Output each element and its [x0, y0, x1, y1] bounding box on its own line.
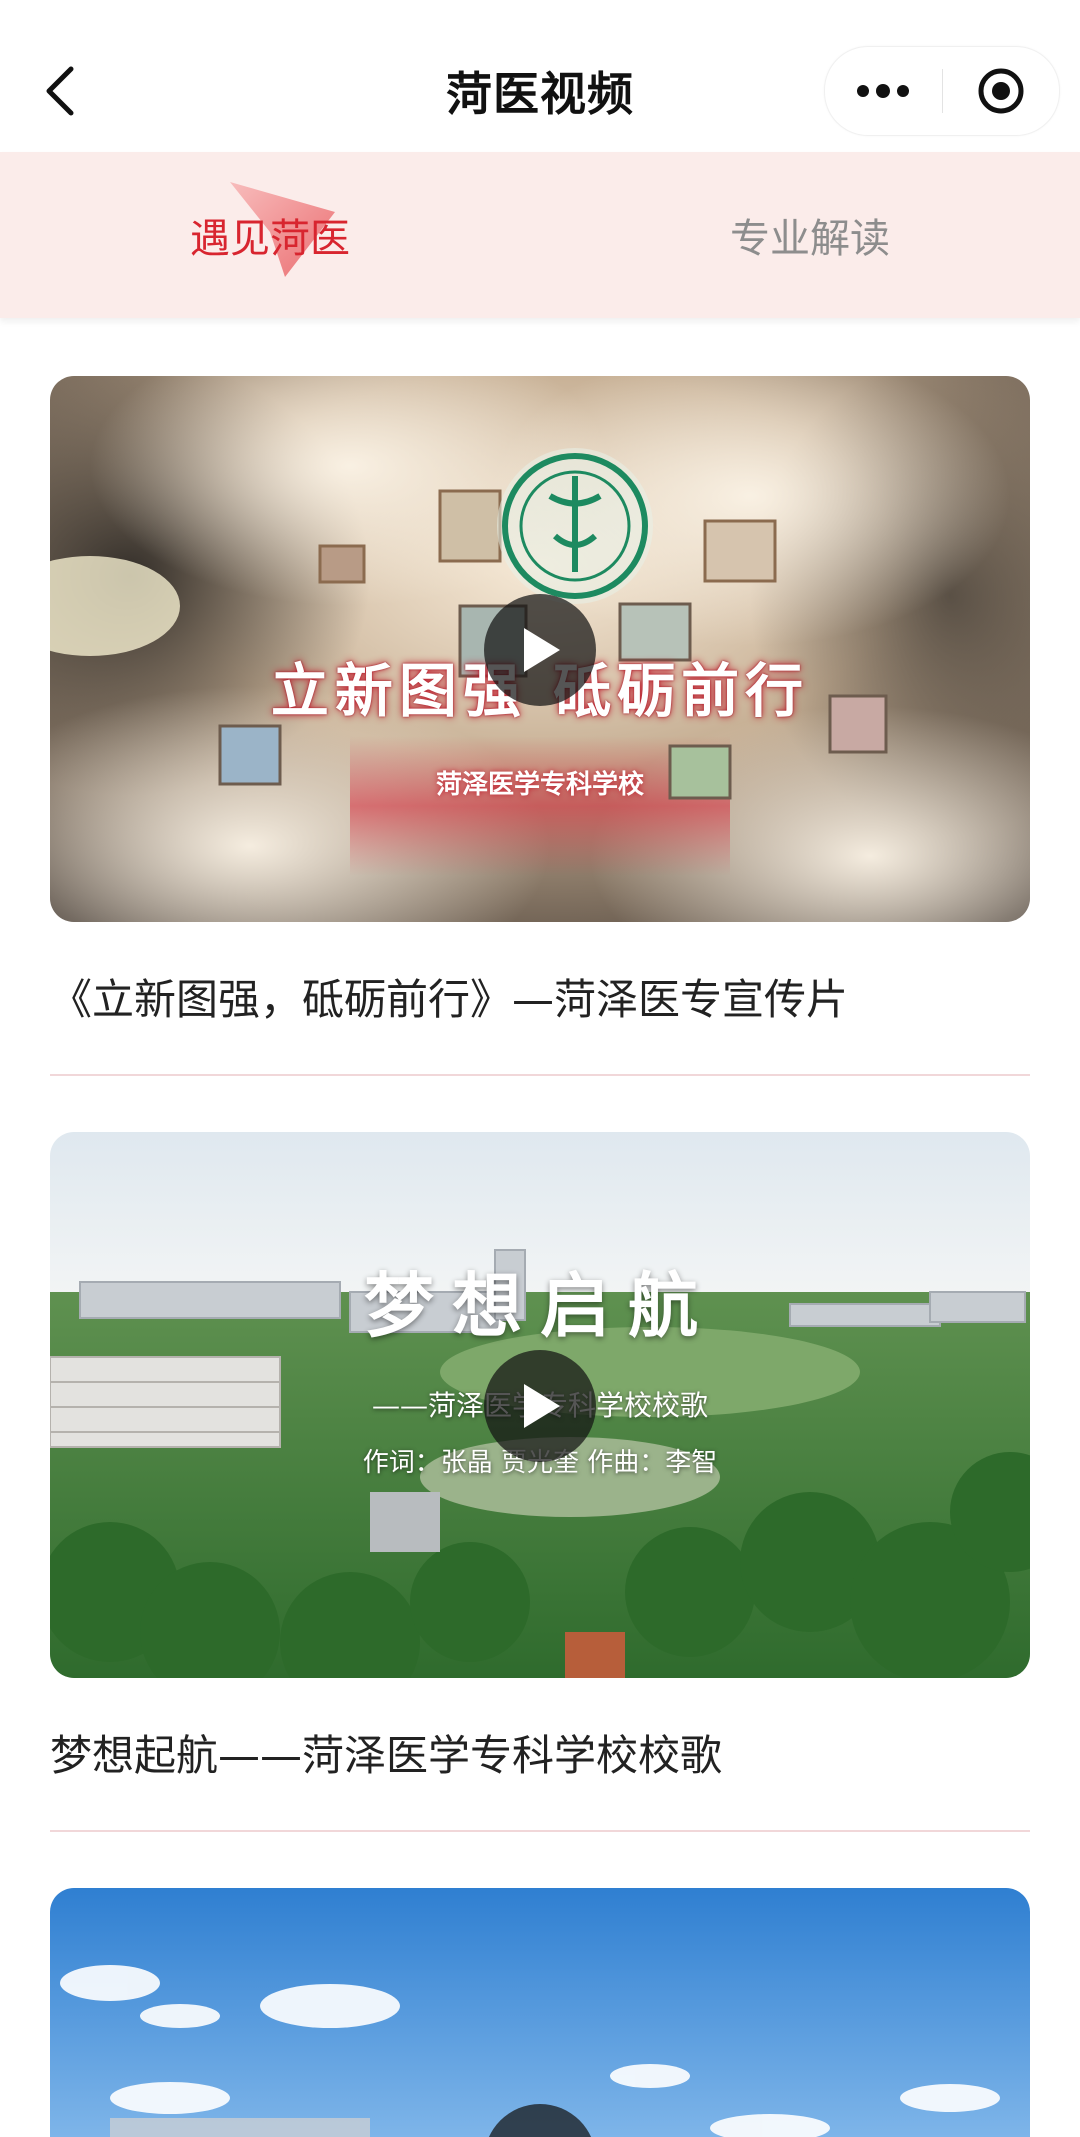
- target-icon: [978, 68, 1024, 114]
- play-icon: [524, 628, 560, 672]
- divider: [50, 1074, 1030, 1076]
- more-dots-icon: [857, 84, 909, 98]
- tab-professional-interpretation[interactable]: 专业解读: [540, 152, 1080, 318]
- tab-label: 遇见菏医: [190, 216, 350, 262]
- video-overlay-subtitle: 菏泽医学专科学校: [435, 770, 644, 800]
- video-thumbnail: [50, 1888, 1030, 2137]
- video-card-school-song[interactable]: 梦想启航 ——菏泽医学专科学校校歌 作词：张晶 贾光奎 作曲：李智: [50, 1132, 1030, 1678]
- video-card-promo[interactable]: 立新图强 砥砺前行 菏泽医学专科学校: [50, 376, 1030, 922]
- nav-bar: 菏医视频: [0, 0, 1080, 152]
- video-card-third[interactable]: [50, 1888, 1030, 2137]
- video-caption[interactable]: 《立新图强，砥砺前行》—菏泽医专宣传片: [50, 966, 1030, 1027]
- play-icon: [524, 1384, 560, 1428]
- divider: [50, 1830, 1030, 1832]
- close-mini-program-button[interactable]: [943, 47, 1059, 135]
- video-overlay-title: 梦想启航: [364, 1264, 716, 1347]
- tab-label: 专业解读: [730, 216, 890, 262]
- school-emblem: [497, 448, 653, 604]
- play-button[interactable]: [484, 594, 596, 706]
- mini-program-capsule: [824, 46, 1060, 136]
- page: 菏医视频 遇见菏医 专业解读 立新图强 砥砺前行 菏泽医学专科学校 《立新图强，…: [0, 0, 1080, 2137]
- more-button[interactable]: [825, 47, 941, 135]
- video-caption[interactable]: 梦想起航——菏泽医学专科学校校歌: [50, 1722, 1030, 1783]
- tab-meet-hezeyi[interactable]: 遇见菏医: [0, 152, 540, 318]
- play-button[interactable]: [484, 1350, 596, 1462]
- tab-bar: 遇见菏医 专业解读: [0, 152, 1080, 318]
